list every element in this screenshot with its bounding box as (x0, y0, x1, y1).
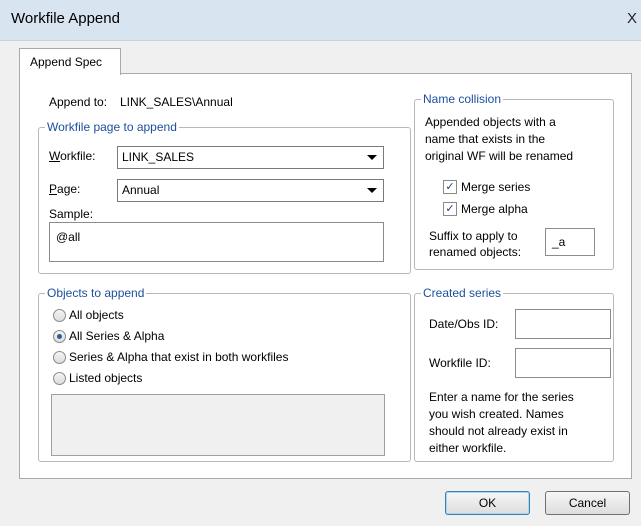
sample-field[interactable]: @all (49, 222, 384, 262)
workfile-select[interactable]: LINK_SALES (117, 146, 384, 169)
tab-panel: Append to: LINK_SALES\Annual Workfile pa… (19, 73, 632, 479)
radio-all-objects[interactable]: All objects (39, 306, 409, 324)
name-collision-group: Name collision Appended objects with a n… (414, 92, 614, 270)
ok-button[interactable]: OK (445, 491, 530, 515)
created-series-desc-line-3: should not already exist in (429, 424, 568, 438)
created-series-desc-line-4: either workfile. (429, 441, 507, 455)
workfile-page-legend: Workfile page to append (45, 120, 179, 135)
title-bar[interactable]: Workfile Append X (0, 0, 641, 41)
date-obs-id-label: Date/Obs ID: (429, 317, 499, 331)
merge-alpha-checkbox[interactable]: ✓ (443, 202, 457, 216)
radio-all-series-alpha[interactable]: All Series & Alpha (39, 327, 409, 345)
created-series-desc-line-2: you wish created. Names (429, 407, 564, 421)
name-collision-desc-line-3: original WF will be renamed (425, 149, 574, 163)
sample-label: Sample: (49, 207, 94, 221)
radio-listed-objects[interactable]: Listed objects (39, 369, 409, 387)
sample-value: @all (56, 230, 81, 244)
merge-alpha-label: Merge alpha (461, 202, 528, 216)
page-select-value: Annual (122, 183, 160, 197)
objects-to-append-group: Objects to append All objects All Series… (38, 286, 411, 462)
radio-label: Series & Alpha that exist in both workfi… (69, 350, 289, 364)
name-collision-legend: Name collision (421, 92, 504, 107)
listed-objects-box[interactable] (51, 394, 385, 456)
date-obs-id-field[interactable] (515, 309, 611, 339)
created-series-legend: Created series (421, 286, 504, 301)
radio-button[interactable] (53, 351, 66, 364)
workfile-id-label: Workfile ID: (429, 356, 491, 370)
chevron-down-icon (367, 155, 377, 160)
workfile-id-field[interactable] (515, 348, 611, 378)
merge-series-label: Merge series (461, 180, 531, 194)
created-series-group: Created series Date/Obs ID: Workfile ID:… (414, 286, 614, 462)
name-collision-desc-line-1: Appended objects with a (425, 115, 556, 129)
cancel-button[interactable]: Cancel (545, 491, 630, 515)
append-to-label: Append to: (49, 95, 108, 109)
window-title: Workfile Append (11, 10, 120, 27)
suffix-label-line-2: renamed objects: (429, 245, 522, 259)
name-collision-desc-line-2: name that exists in the (425, 132, 546, 146)
created-series-desc-line-1: Enter a name for the series (429, 390, 574, 404)
radio-label: All objects (69, 308, 124, 322)
page-label: Page: (49, 182, 81, 196)
workfile-page-group: Workfile page to append Workfile: LINK_S… (38, 120, 411, 274)
suffix-value: _a (552, 235, 566, 249)
workfile-append-dialog: Workfile Append X Append Spec Append to:… (0, 0, 641, 526)
radio-series-alpha-both[interactable]: Series & Alpha that exist in both workfi… (39, 348, 409, 366)
workfile-select-value: LINK_SALES (122, 150, 195, 164)
workfile-label: Workfile: (49, 149, 96, 163)
tab-append-spec[interactable]: Append Spec (19, 48, 121, 75)
merge-series-checkbox[interactable]: ✓ (443, 180, 457, 194)
close-icon[interactable]: X (627, 10, 637, 27)
tab-label: Append Spec (30, 55, 103, 69)
merge-series-option[interactable]: ✓ Merge series (437, 178, 597, 196)
radio-button[interactable] (53, 309, 66, 322)
radio-label: Listed objects (69, 371, 143, 385)
suffix-label-line-1: Suffix to apply to (429, 229, 518, 243)
objects-legend: Objects to append (45, 286, 147, 301)
suffix-field[interactable]: _a (545, 228, 595, 256)
page-select[interactable]: Annual (117, 179, 384, 202)
chevron-down-icon (367, 188, 377, 193)
merge-alpha-option[interactable]: ✓ Merge alpha (437, 200, 597, 218)
radio-button[interactable] (53, 372, 66, 385)
radio-button[interactable] (53, 330, 66, 343)
append-to-value: LINK_SALES\Annual (120, 95, 233, 109)
radio-label: All Series & Alpha (69, 329, 165, 343)
